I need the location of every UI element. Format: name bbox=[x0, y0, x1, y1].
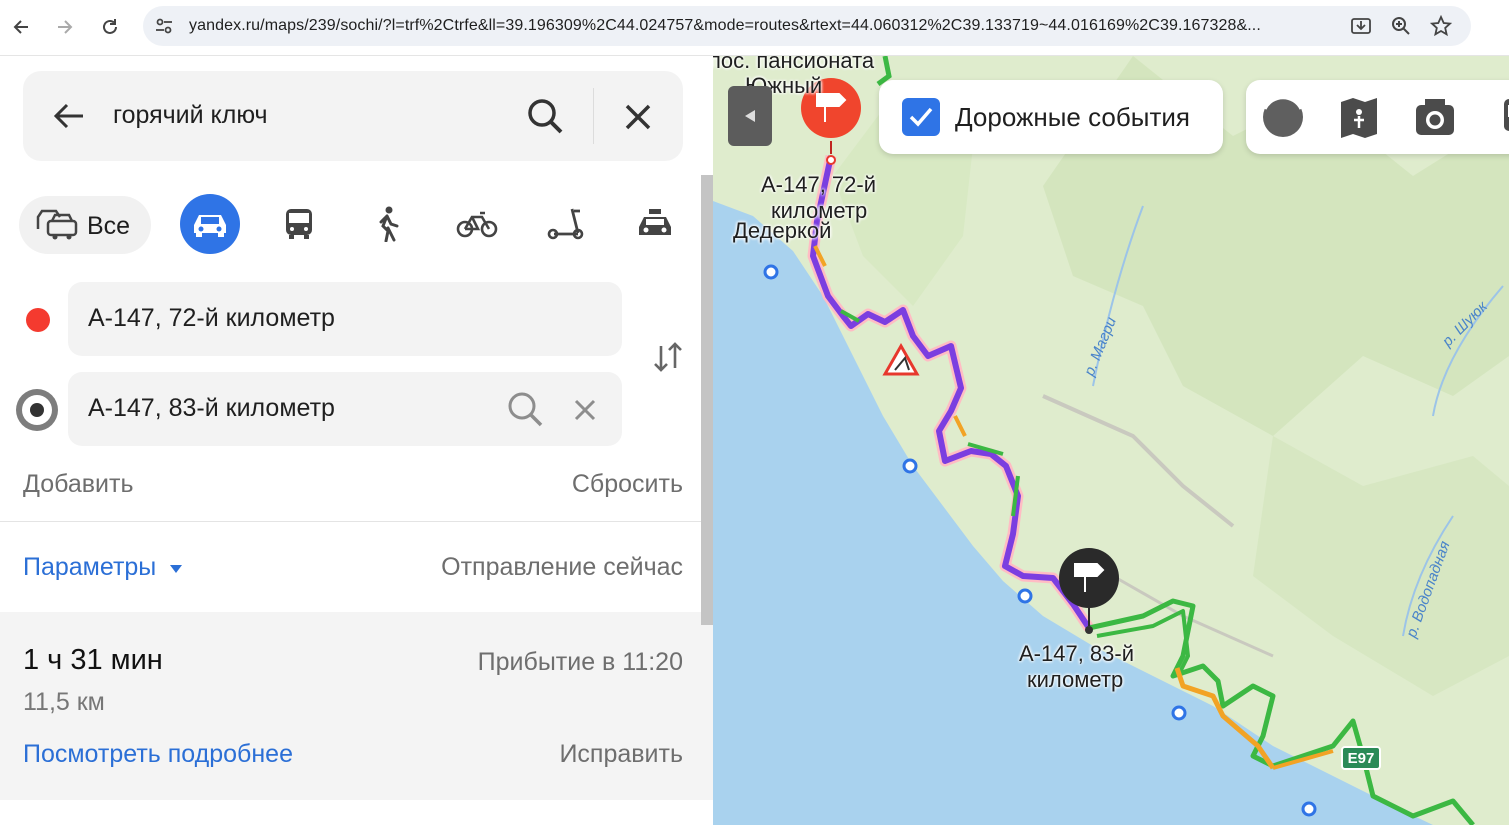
map-label-start: А-147, 72-й bbox=[761, 172, 877, 197]
forward-arrow-icon[interactable] bbox=[50, 12, 80, 42]
traffic-events-toggle[interactable]: Дорожные события bbox=[879, 80, 1223, 154]
departure-time-button[interactable]: Отправление сейчас bbox=[441, 553, 683, 582]
transit-layer-icon[interactable] bbox=[1488, 94, 1509, 140]
map-layers-panel bbox=[1246, 80, 1509, 154]
reset-button[interactable]: Сбросить bbox=[572, 470, 683, 499]
car-icon bbox=[194, 215, 226, 237]
mode-car-button[interactable] bbox=[180, 194, 240, 254]
address-bar[interactable]: yandex.ru/maps/239/sochi/?l=trf%2Ctrfe&l… bbox=[143, 6, 1471, 46]
close-icon[interactable] bbox=[620, 99, 656, 135]
to-field-value[interactable]: А-147, 83-й километр bbox=[88, 394, 335, 423]
mode-bike-button[interactable] bbox=[447, 194, 507, 254]
chevron-left-icon bbox=[745, 110, 755, 122]
bus-icon bbox=[286, 209, 312, 239]
route-sidebar: горячий ключ Все А-147, 72-й километр А-… bbox=[0, 56, 713, 825]
end-point-marker bbox=[16, 389, 58, 431]
back-arrow-icon[interactable] bbox=[49, 99, 89, 133]
browser-toolbar: yandex.ru/maps/239/sochi/?l=trf%2Ctrfe&l… bbox=[0, 0, 1509, 56]
site-settings-icon[interactable] bbox=[153, 15, 175, 37]
route-card[interactable]: 1 ч 31 мин Прибытие в 11:20 11,5 км Посм… bbox=[0, 612, 713, 800]
mode-taxi-button[interactable] bbox=[625, 194, 685, 254]
camera-icon[interactable] bbox=[1412, 94, 1458, 140]
params-dropdown[interactable]: Параметры bbox=[23, 553, 183, 582]
search-query[interactable]: горячий ключ bbox=[113, 101, 268, 130]
map-view[interactable]: пос. пансионата Южный А-147, 72-й киломе… bbox=[713, 56, 1509, 825]
search-icon[interactable] bbox=[523, 96, 567, 136]
chevron-down-icon bbox=[170, 565, 183, 573]
params-label: Параметры bbox=[23, 553, 157, 581]
reload-icon[interactable] bbox=[95, 12, 125, 42]
mode-walk-button[interactable] bbox=[358, 194, 418, 254]
map-label-dederkoy: Дедеркой bbox=[733, 218, 832, 243]
mode-all-label: Все bbox=[87, 212, 131, 240]
url-text: yandex.ru/maps/239/sochi/?l=trf%2Ctrfe&l… bbox=[189, 17, 1261, 34]
highway-shield: E97 bbox=[1341, 746, 1381, 770]
search-icon[interactable] bbox=[505, 389, 545, 429]
pedestrian-icon bbox=[379, 206, 399, 242]
mode-bus-button[interactable] bbox=[269, 194, 329, 254]
from-field[interactable]: А-147, 72-й километр bbox=[68, 282, 622, 356]
mode-scooter-button[interactable] bbox=[536, 194, 596, 254]
zoom-icon[interactable] bbox=[1390, 15, 1412, 37]
route-fix-link[interactable]: Исправить bbox=[559, 740, 683, 769]
swap-route-icon[interactable] bbox=[648, 339, 688, 375]
map-label-pansionat: пос. пансионата bbox=[713, 56, 875, 73]
route-arrival: Прибытие в 11:20 bbox=[477, 648, 683, 676]
search-box[interactable]: горячий ключ bbox=[23, 71, 683, 161]
sidebar-scrollbar[interactable] bbox=[701, 175, 713, 625]
start-point-marker bbox=[26, 308, 50, 332]
map-label-end: А-147, 83-й bbox=[1019, 641, 1135, 666]
panorama-icon[interactable] bbox=[1336, 94, 1382, 140]
route-duration: 1 ч 31 мин bbox=[23, 644, 163, 676]
map-label-end-2: километр bbox=[1027, 667, 1124, 692]
route-distance: 11,5 км bbox=[23, 688, 105, 716]
layers-icon[interactable] bbox=[1260, 94, 1306, 140]
route-details-link[interactable]: Посмотреть подробнее bbox=[23, 740, 293, 769]
to-field[interactable]: А-147, 83-й километр bbox=[68, 372, 622, 446]
bookmark-star-icon[interactable] bbox=[1430, 15, 1452, 37]
download-icon[interactable] bbox=[1350, 15, 1372, 37]
taxi-icon bbox=[639, 209, 671, 235]
mode-all-button[interactable]: Все bbox=[19, 196, 151, 254]
back-arrow-icon[interactable] bbox=[6, 12, 36, 42]
collapse-sidebar-button[interactable] bbox=[728, 86, 772, 146]
checkmark-icon bbox=[909, 107, 933, 127]
all-transport-icon bbox=[33, 208, 79, 242]
divider bbox=[0, 521, 713, 522]
from-field-value[interactable]: А-147, 72-й километр bbox=[88, 304, 335, 333]
add-waypoint-button[interactable]: Добавить bbox=[23, 470, 134, 499]
search-divider bbox=[593, 88, 594, 144]
traffic-checkbox[interactable] bbox=[902, 98, 940, 136]
transport-modes: Все bbox=[0, 194, 713, 256]
clear-icon[interactable] bbox=[571, 396, 599, 424]
scooter-icon bbox=[547, 208, 584, 240]
bicycle-icon bbox=[456, 211, 498, 238]
traffic-label: Дорожные события bbox=[955, 102, 1190, 132]
